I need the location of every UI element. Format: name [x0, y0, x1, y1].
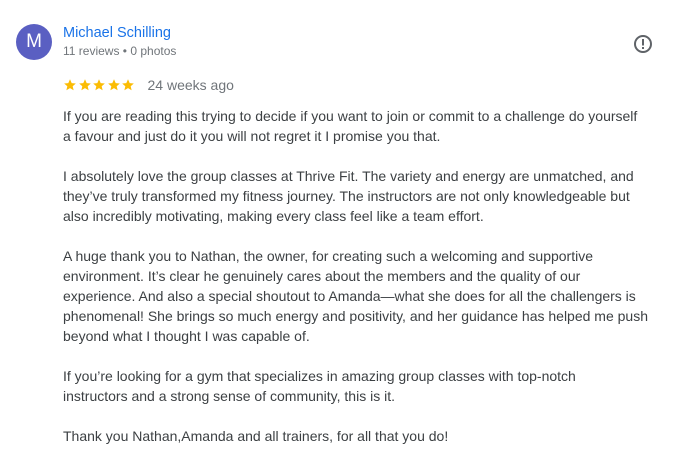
review-paragraph: Thank you Nathan,Amanda and all trainers… — [63, 428, 449, 444]
review-card: M Michael Schilling 11 reviews • 0 photo… — [0, 0, 682, 467]
star-icon — [64, 79, 76, 91]
star-icon — [107, 79, 120, 91]
avatar[interactable]: M — [16, 24, 52, 60]
review-paragraph: A huge thank you to Nathan, the owner, f… — [63, 248, 649, 344]
review-paragraph: I absolutely love the group classes at T… — [63, 168, 634, 224]
author-name-link[interactable]: Michael Schilling — [63, 25, 171, 41]
report-flag-icon — [634, 35, 652, 53]
star-rating — [63, 78, 136, 92]
rating-row: 24 weeks ago — [63, 77, 234, 93]
review-text: If you are reading this trying to decide… — [63, 106, 675, 446]
star-icon — [122, 79, 134, 91]
star-icon — [93, 79, 105, 91]
review-paragraph: If you’re looking for a gym that special… — [63, 368, 576, 404]
report-review-button[interactable] — [630, 31, 656, 57]
review-date: 24 weeks ago — [147, 77, 234, 93]
star-icon — [78, 79, 91, 91]
author-meta: 11 reviews • 0 photos — [63, 44, 177, 58]
review-paragraph: If you are reading this trying to decide… — [63, 108, 638, 144]
avatar-initial: M — [26, 31, 42, 52]
